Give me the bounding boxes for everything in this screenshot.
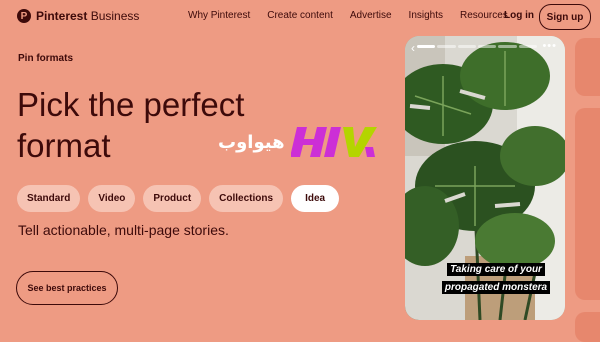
nav-link-why-pinterest[interactable]: Why Pinterest (188, 10, 250, 21)
format-chips: Standard Video Product Collections Idea (17, 185, 340, 212)
carousel-side-card (575, 108, 600, 300)
nav-link-create-content[interactable]: Create content (267, 10, 333, 21)
carousel-side-card (575, 312, 600, 342)
chip-standard[interactable]: Standard (17, 185, 81, 212)
chevron-left-icon[interactable]: ‹ (411, 41, 415, 55)
format-description: Tell actionable, multi-page stories. (18, 222, 229, 238)
watermark-logo-icon (290, 127, 377, 157)
chip-product[interactable]: Product (143, 185, 202, 212)
more-dots-icon[interactable]: ••• (542, 40, 557, 52)
top-navigation: P Pinterest Business Why Pinterest Creat… (0, 0, 600, 34)
nav-link-resources[interactable]: Resources (460, 10, 508, 21)
chip-idea[interactable]: Idea (291, 185, 340, 212)
idea-pin-preview[interactable]: ‹ ••• Taking care of your propagated mon… (405, 36, 565, 320)
login-link[interactable]: Log in (504, 10, 534, 21)
see-best-practices-button[interactable]: See best practices (16, 271, 118, 305)
pinterest-p-icon: P (17, 9, 31, 23)
signup-button[interactable]: Sign up (539, 4, 591, 30)
story-progress-bar (417, 45, 537, 48)
chip-collections[interactable]: Collections (209, 185, 284, 212)
carousel-side-card (575, 38, 600, 96)
logo-suffix: Business (87, 9, 140, 23)
pin-caption-line2: propagated monstera (441, 281, 551, 294)
pin-caption: Taking care of your propagated monstera (431, 259, 561, 295)
nav-link-advertise[interactable]: Advertise (350, 10, 392, 21)
pinterest-business-logo[interactable]: P Pinterest Business (17, 9, 139, 23)
nav-links: Why Pinterest Create content Advertise I… (188, 10, 508, 21)
logo-brand: Pinterest (36, 9, 88, 23)
pin-caption-line1: Taking care of your (447, 263, 545, 276)
nav-link-insights[interactable]: Insights (409, 10, 443, 21)
hiva-watermark: هیواوب (218, 125, 377, 159)
section-eyebrow: Pin formats (18, 53, 74, 64)
chip-video[interactable]: Video (88, 185, 136, 212)
watermark-arabic-text: هیواوب (218, 131, 285, 153)
